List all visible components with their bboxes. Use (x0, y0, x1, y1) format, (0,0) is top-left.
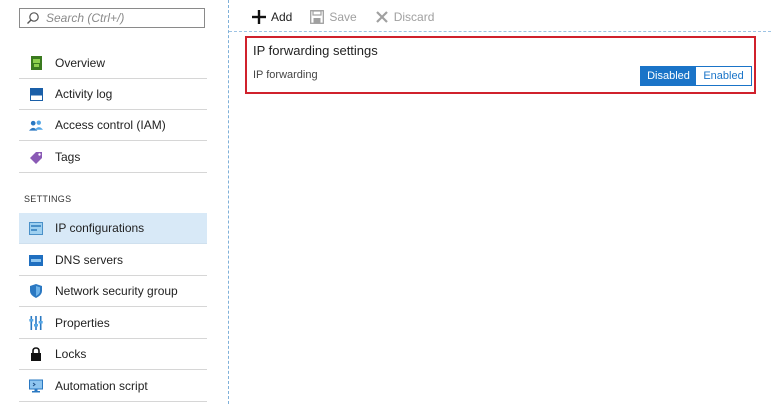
access-control-icon (29, 118, 43, 132)
sidebar-item-activity-log[interactable]: Activity log (19, 79, 207, 110)
sidebar-item-label: Activity log (55, 87, 113, 101)
toggle-option-disabled[interactable]: Disabled (641, 67, 696, 85)
toolbar-separator (229, 31, 771, 32)
overview-icon (29, 56, 43, 70)
pane-divider (228, 0, 229, 404)
add-button[interactable]: Add (252, 10, 292, 24)
save-button[interactable]: Save (310, 10, 357, 24)
sidebar-item-automation-script[interactable]: Automation script (19, 371, 207, 402)
sidebar-item-properties[interactable]: Properties (19, 308, 207, 339)
sidebar: Overview Activity log Access control (IA… (0, 0, 228, 404)
sidebar-item-label: DNS servers (55, 253, 124, 267)
sidebar-item-label: Network security group (55, 284, 178, 298)
shield-icon (29, 284, 43, 298)
tag-icon (29, 150, 43, 164)
plus-icon (252, 10, 266, 24)
settings-section-label: SETTINGS (24, 194, 72, 204)
lock-icon (29, 347, 43, 361)
sidebar-item-label: Locks (55, 347, 87, 361)
search-input[interactable] (46, 11, 196, 25)
search-box[interactable] (19, 8, 205, 28)
command-bar: Add Save Discard (252, 8, 452, 26)
dns-servers-icon (29, 253, 43, 267)
ip-forwarding-label: IP forwarding (253, 69, 318, 81)
toggle-option-enabled[interactable]: Enabled (696, 67, 751, 85)
sidebar-item-label: Automation script (55, 379, 148, 393)
activity-log-icon (29, 87, 43, 101)
sidebar-item-locks[interactable]: Locks (19, 339, 207, 370)
panel-title: IP forwarding settings (253, 43, 378, 58)
save-button-label: Save (329, 10, 357, 24)
sidebar-item-label: Properties (55, 316, 110, 330)
sidebar-item-label: Tags (55, 150, 81, 164)
sidebar-item-label: Access control (IAM) (55, 118, 166, 132)
sidebar-item-label: Overview (55, 56, 106, 70)
sidebar-item-dns-servers[interactable]: DNS servers (19, 245, 207, 276)
ip-configurations-icon (29, 221, 43, 235)
sidebar-item-ip-configurations[interactable]: IP configurations (19, 213, 207, 244)
ip-forwarding-panel: IP forwarding settings IP forwarding Dis… (245, 36, 756, 94)
properties-icon (29, 316, 43, 330)
sidebar-item-network-security-group[interactable]: Network security group (19, 276, 207, 307)
close-icon (375, 11, 388, 23)
sidebar-item-tags[interactable]: Tags (19, 142, 207, 173)
search-icon (27, 12, 39, 24)
ip-forwarding-toggle[interactable]: Disabled Enabled (640, 66, 752, 86)
sidebar-item-label: IP configurations (55, 221, 145, 235)
sidebar-item-overview[interactable]: Overview (19, 48, 207, 79)
discard-button-label: Discard (393, 10, 435, 24)
add-button-label: Add (271, 10, 293, 24)
save-icon (310, 10, 325, 24)
discard-button[interactable]: Discard (375, 10, 435, 24)
sidebar-item-access-control[interactable]: Access control (IAM) (19, 110, 207, 141)
automation-script-icon (29, 379, 43, 393)
